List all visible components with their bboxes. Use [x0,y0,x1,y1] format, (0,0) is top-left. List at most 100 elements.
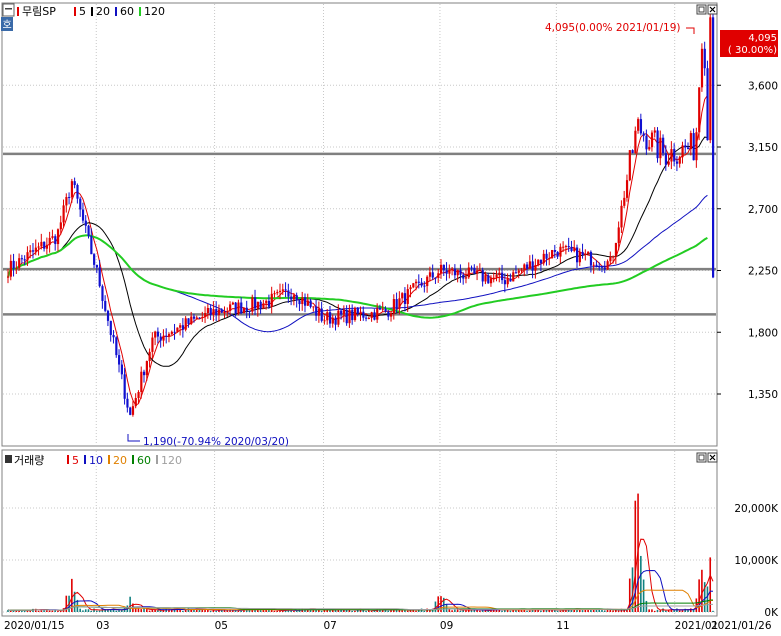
candle-body [445,270,448,274]
candle-body [18,258,21,268]
volume-bar [79,608,81,612]
candle-body [295,295,298,301]
candle-body [662,137,665,154]
candle-body [115,337,118,356]
candle-body [501,272,504,281]
candle-body [642,133,645,136]
candle-body [578,251,581,263]
volume-bar [182,610,184,612]
candle-body [234,302,237,314]
volume-bar [445,604,448,612]
volume-bar [140,609,143,612]
candle-body [709,17,712,141]
candle-body [639,119,643,134]
candle-body [495,274,498,278]
volume-bar [143,608,145,612]
candle-body [603,267,606,270]
panel-menu-icon[interactable] [2,3,15,17]
candle-body [287,290,290,297]
candle-body [254,297,257,309]
candle-body [309,300,312,307]
candle-body [143,371,146,376]
candle-body [648,147,651,150]
left-badge-label: 호 [3,19,12,31]
candle-body [476,270,479,274]
candle-body [570,246,573,251]
candle-body [145,361,148,376]
volume-bar [559,610,562,612]
candle-body [487,275,490,284]
price-legend-ma-swatch [115,7,117,16]
candle-body [370,312,373,318]
candle-body [93,254,96,265]
volume-bar [617,610,620,612]
candle-body [384,308,387,312]
volume-bar [240,610,242,612]
candle-body [498,272,501,275]
maximize-icon[interactable] [696,4,707,15]
candle-body [359,311,362,314]
candle-body [173,331,176,333]
volume-legend-ma-swatch [84,455,86,464]
candle-body [542,253,545,264]
candle-body [667,161,670,165]
candle-body [695,132,698,161]
candle-body [7,276,10,278]
candle-body [292,295,296,300]
candle-body [426,276,429,287]
candle-body [581,251,584,255]
candle-body [131,406,135,415]
candle-body [395,299,398,309]
candle-body [473,267,476,274]
candle-body [656,130,659,159]
candle-body [484,275,487,282]
volume-bar [320,610,323,612]
price-legend-ma-swatch [74,7,76,16]
candle-body [176,327,179,332]
candle-body [31,250,35,252]
price-legend-ma-label: 120 [144,5,165,18]
candle-body [331,317,334,324]
volume-bar [226,610,229,612]
candle-body [390,313,393,317]
high-annotation: 4,095(0.00% 2021/01/19) [545,22,680,34]
volume-bar [151,609,154,612]
candle-body [273,293,276,295]
volume-legend-ma-swatch [132,455,134,464]
candle-body [456,269,459,276]
volume-bar [678,610,681,612]
candle-body [226,310,229,313]
candle-body [439,264,443,274]
candle-body [600,266,604,268]
volume-bar [454,609,456,612]
candle-body [442,264,445,271]
candle-body [712,17,715,278]
candle-body [625,180,629,198]
candle-body [320,308,323,321]
candle-body [237,302,240,314]
candle-body [575,247,579,263]
candle-body [345,309,348,324]
candle-body [190,316,193,324]
candle-body [56,229,60,245]
price-y-tick-label: 2,700 [748,204,778,216]
price-legend-ma-label: 20 [96,5,110,18]
x-tick-label: 2020/01/15 [4,620,65,632]
volume-bar [623,610,625,612]
volume-bar [398,610,401,612]
volume-bar [401,610,403,612]
candle-body [281,289,284,291]
candle-body [270,293,273,307]
volume-legend-ma-label: 20 [113,454,127,467]
volume-bar [184,610,187,612]
volume-bar [51,610,54,612]
candle-body [334,317,337,325]
candle-body [151,337,154,352]
volume-bar [215,610,217,612]
volume-legend-marker [5,455,12,463]
volume-bar [345,610,348,612]
maximize-icon[interactable] [696,452,707,463]
candle-body [265,300,268,304]
candle-body [148,351,151,362]
volume-bar [479,610,481,612]
